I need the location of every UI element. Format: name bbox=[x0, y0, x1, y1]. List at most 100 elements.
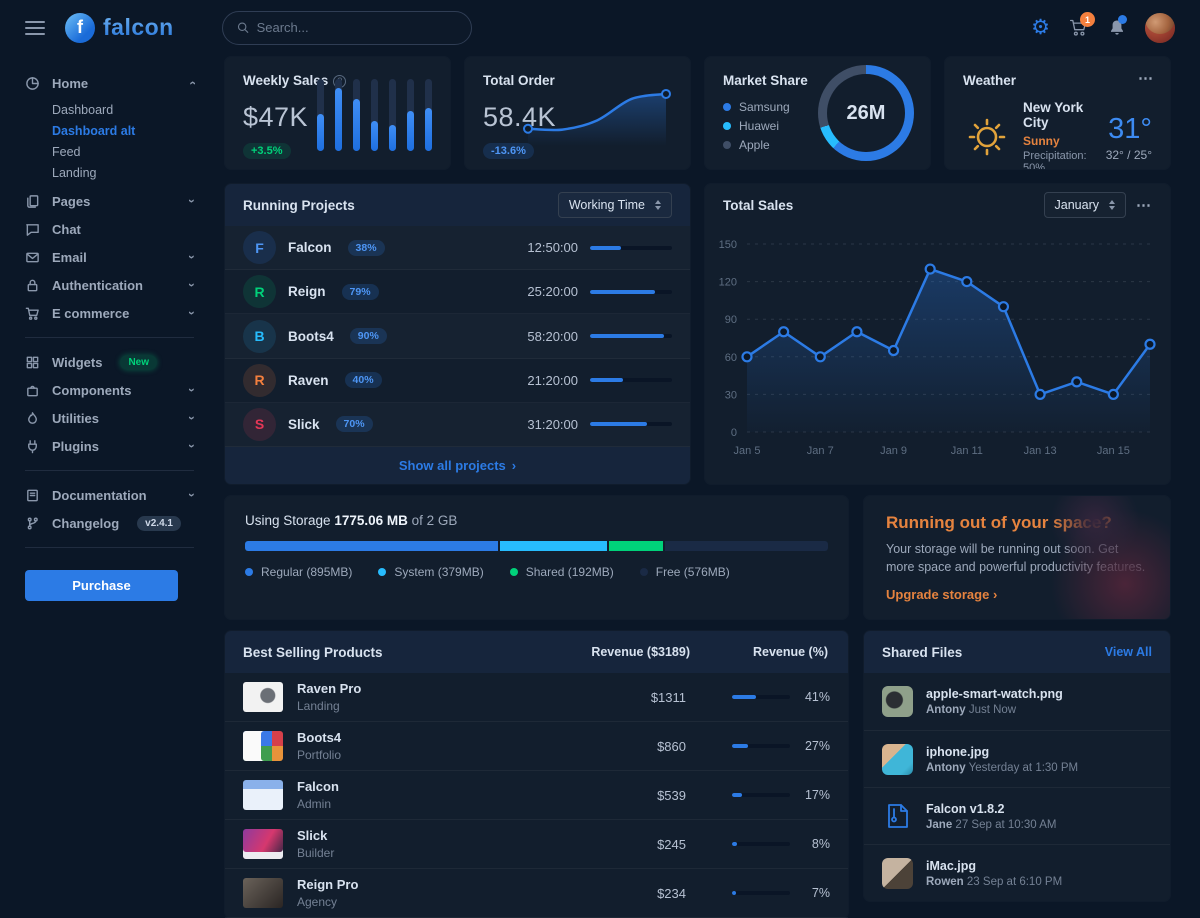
project-progress-bar bbox=[590, 290, 672, 294]
x-tick-label: Jan 7 bbox=[807, 445, 834, 457]
view-all-link[interactable]: View All bbox=[1105, 645, 1152, 659]
upgrade-storage-link[interactable]: Upgrade storage › bbox=[886, 587, 997, 602]
project-name[interactable]: Boots4 bbox=[288, 329, 334, 344]
user-avatar[interactable] bbox=[1145, 13, 1175, 43]
weather-temp: 31° bbox=[1106, 113, 1152, 146]
home-submenu: Dashboard Dashboard alt Feed Landing bbox=[25, 97, 194, 187]
card-menu-icon[interactable]: ⋯ bbox=[1136, 196, 1152, 214]
sort-arrows-icon bbox=[1109, 200, 1115, 210]
product-row: Raven ProLanding $1311 41% bbox=[225, 673, 848, 722]
spark-bar bbox=[389, 79, 396, 151]
product-category[interactable]: Portfolio bbox=[297, 748, 552, 762]
chevron-right-icon: › bbox=[512, 458, 516, 473]
product-revenue: $860 bbox=[566, 739, 686, 754]
product-name[interactable]: Raven Pro bbox=[297, 681, 552, 696]
sidebar-item-label: Changelog bbox=[52, 516, 119, 531]
project-time: 12:50:00 bbox=[527, 240, 578, 255]
project-name[interactable]: Reign bbox=[288, 284, 326, 299]
search-input[interactable] bbox=[257, 20, 457, 35]
file-time: Just Now bbox=[969, 704, 1016, 716]
storage-segment bbox=[245, 541, 500, 551]
product-percent: 41% bbox=[800, 690, 830, 704]
file-name[interactable]: Falcon v1.8.2 bbox=[926, 802, 1056, 816]
working-time-select[interactable]: Working Time bbox=[558, 192, 672, 218]
product-category[interactable]: Landing bbox=[297, 699, 552, 713]
sidebar-item-changelog[interactable]: Changelog v2.4.1 bbox=[25, 509, 194, 537]
search-box[interactable] bbox=[222, 11, 472, 45]
brand-logo[interactable]: f falcon bbox=[65, 13, 174, 43]
card-menu-icon[interactable]: ⋯ bbox=[1138, 69, 1154, 87]
product-name[interactable]: Falcon bbox=[297, 779, 552, 794]
project-time: 31:20:00 bbox=[527, 417, 578, 432]
x-tick-label: Jan 11 bbox=[951, 445, 983, 457]
y-tick-label: 90 bbox=[725, 314, 737, 326]
sidebar-item-label: Chat bbox=[52, 222, 81, 237]
sidebar-item-widgets[interactable]: Widgets New bbox=[25, 348, 194, 376]
product-name[interactable]: Reign Pro bbox=[297, 877, 552, 892]
y-tick-label: 0 bbox=[731, 427, 737, 439]
select-value: January bbox=[1055, 198, 1099, 212]
select-value: Working Time bbox=[569, 198, 645, 212]
running-projects-card: Running Projects Working Time F Falcon 3… bbox=[225, 184, 690, 484]
product-category[interactable]: Builder bbox=[297, 846, 552, 860]
sidebar-item-authentication[interactable]: Authentication › bbox=[25, 271, 194, 299]
product-name[interactable]: Boots4 bbox=[297, 730, 552, 745]
sidebar-item-home[interactable]: Home › bbox=[25, 69, 194, 97]
sidebar-item-chat[interactable]: Chat bbox=[25, 215, 194, 243]
product-category[interactable]: Agency bbox=[297, 895, 552, 909]
settings-gear-icon[interactable]: ⚙ bbox=[1031, 15, 1050, 40]
product-category[interactable]: Admin bbox=[297, 797, 552, 811]
data-point bbox=[1072, 377, 1081, 386]
sidebar-item-utilities[interactable]: Utilities › bbox=[25, 404, 194, 432]
sidebar-item-landing[interactable]: Landing bbox=[52, 162, 194, 183]
shopping-cart-icon[interactable]: 1 bbox=[1068, 17, 1089, 38]
project-name[interactable]: Raven bbox=[288, 373, 329, 388]
market-share-donut-chart: 26M bbox=[818, 65, 914, 161]
sidebar-item-dashboard[interactable]: Dashboard bbox=[52, 99, 194, 120]
space-body-text: Your storage will be running out soon. G… bbox=[886, 540, 1148, 576]
product-row: SlickBuilder $245 8% bbox=[225, 820, 848, 869]
hamburger-menu-icon[interactable] bbox=[25, 21, 45, 35]
file-user: Antony bbox=[926, 762, 966, 774]
project-list: F Falcon 38% 12:50:00 R Reign 79% 25:20:… bbox=[225, 226, 690, 447]
legend-label: Regular (895MB) bbox=[261, 565, 352, 579]
sidebar-item-email[interactable]: Email › bbox=[25, 243, 194, 271]
file-user: Antony bbox=[926, 704, 966, 716]
weather-condition: Sunny bbox=[1023, 134, 1094, 148]
month-select[interactable]: January bbox=[1044, 192, 1126, 218]
spark-bar bbox=[335, 79, 342, 151]
sidebar-item-documentation[interactable]: Documentation › bbox=[25, 481, 194, 509]
project-name[interactable]: Slick bbox=[288, 417, 320, 432]
sidebar-item-plugins[interactable]: Plugins › bbox=[25, 432, 194, 460]
sidebar-item-feed[interactable]: Feed bbox=[52, 141, 194, 162]
sidebar-item-label: Pages bbox=[52, 194, 90, 209]
chevron-right-icon: › bbox=[993, 587, 997, 602]
product-progress-bar bbox=[732, 891, 790, 895]
product-progress-bar bbox=[732, 793, 790, 797]
card-title: Shared Files bbox=[882, 645, 962, 660]
data-point bbox=[852, 327, 861, 336]
navbar-icons: ⚙ 1 bbox=[1031, 13, 1175, 43]
data-point bbox=[1036, 390, 1045, 399]
product-name[interactable]: Slick bbox=[297, 828, 552, 843]
legend-dot bbox=[378, 568, 386, 576]
sidebar-item-label: Plugins bbox=[52, 439, 99, 454]
cart-badge: 1 bbox=[1080, 12, 1095, 27]
cart-icon bbox=[25, 306, 40, 321]
sidebar-item-ecommerce[interactable]: E commerce › bbox=[25, 299, 194, 327]
project-progress-bar bbox=[590, 422, 672, 426]
notifications-bell-icon[interactable] bbox=[1107, 18, 1127, 38]
file-name[interactable]: iMac.jpg bbox=[926, 859, 1062, 873]
sidebar-item-dashboard-alt[interactable]: Dashboard alt bbox=[52, 120, 194, 141]
y-tick-label: 30 bbox=[725, 389, 737, 401]
sidebar-item-components[interactable]: Components › bbox=[25, 376, 194, 404]
total-order-card: Total Order 58.4K -13.6% bbox=[465, 57, 690, 169]
purchase-button[interactable]: Purchase bbox=[25, 570, 178, 601]
project-name[interactable]: Falcon bbox=[288, 240, 332, 255]
show-all-projects-link[interactable]: Show all projects › bbox=[225, 447, 690, 484]
file-name[interactable]: iphone.jpg bbox=[926, 745, 1078, 759]
file-name[interactable]: apple-smart-watch.png bbox=[926, 687, 1063, 701]
weekly-sales-bar-chart bbox=[317, 79, 432, 151]
sidebar-item-pages[interactable]: Pages › bbox=[25, 187, 194, 215]
legend-label: Huawei bbox=[739, 119, 779, 133]
